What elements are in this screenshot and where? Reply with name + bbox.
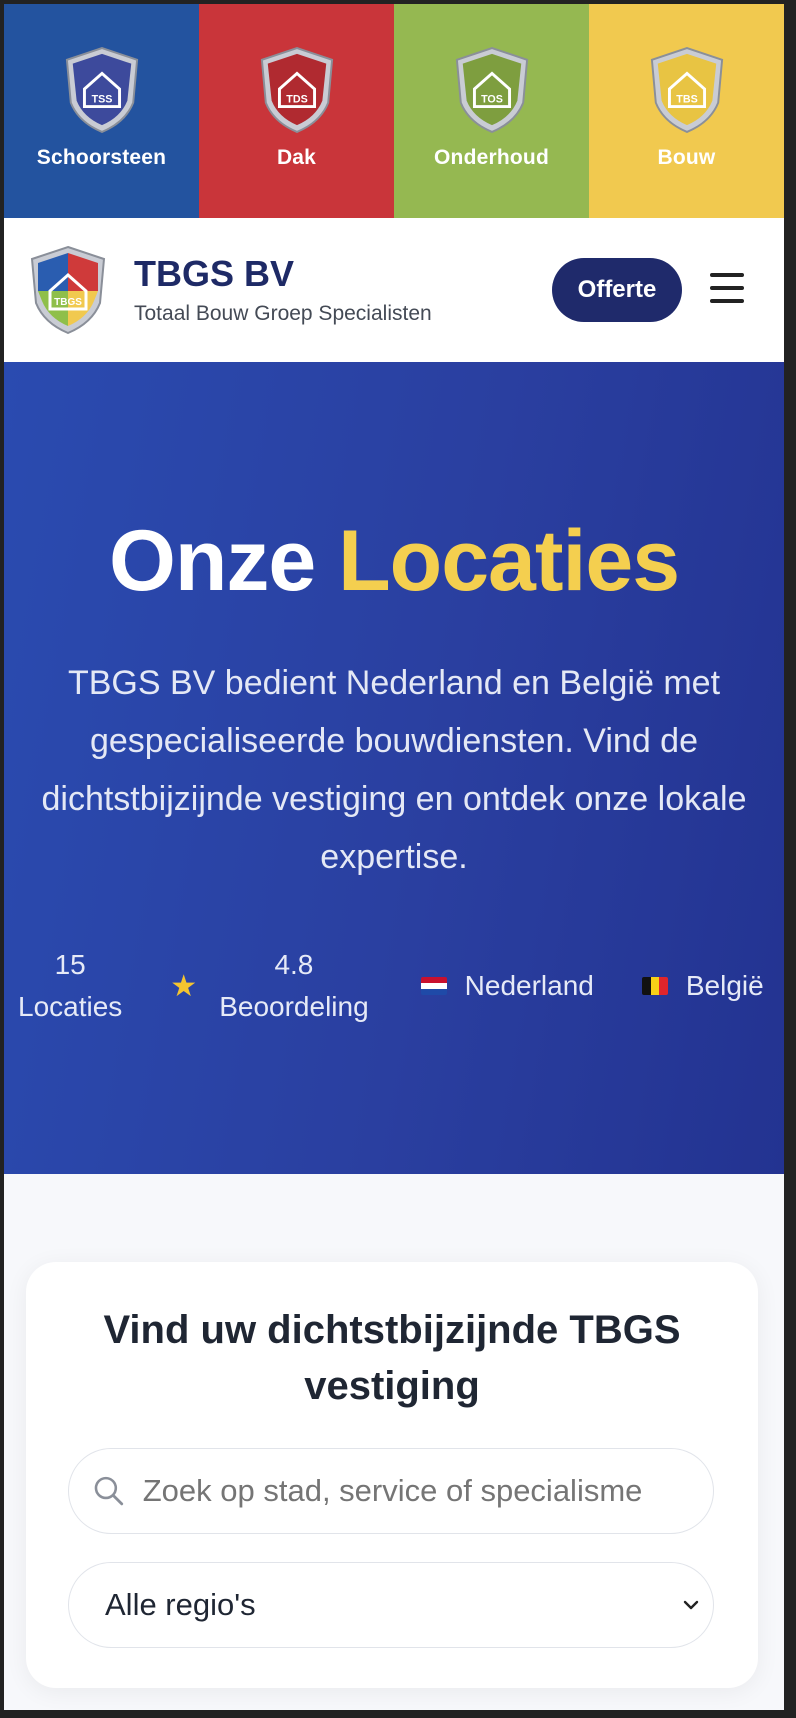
stat-rating-label: Beoordeling: [219, 991, 369, 1022]
country-nl-label: Nederland: [464, 970, 594, 1001]
category-label: Dak: [276, 146, 317, 169]
hero-description: TBGS BV bedient Nederland en België met …: [41, 664, 747, 876]
search-input[interactable]: [142, 1473, 713, 1509]
brand-subtitle: Totaal Bouw Groep Specialisten: [134, 301, 432, 325]
dutch-flag-icon: [420, 977, 447, 995]
svg-text:TBGS: TBGS: [54, 297, 82, 308]
category-label: Schoorsteen: [36, 146, 167, 169]
category-schoorsteen[interactable]: TSS Schoorsteen: [4, 4, 199, 218]
svg-text:TOS: TOS: [481, 94, 503, 106]
stat-locations-value: 15: [54, 949, 86, 980]
site-header: TBGS TBGS BV Totaal Bouw Groep Specialis…: [4, 218, 784, 362]
country-nl: Nederland: [420, 970, 594, 1002]
shield-logo-icon: TOS: [455, 47, 528, 133]
hamburger-menu-icon[interactable]: [710, 273, 744, 303]
tbgs-logo-icon[interactable]: TBGS: [28, 245, 108, 335]
category-onderhoud[interactable]: TOS Onderhoud: [394, 4, 589, 218]
search-icon: [94, 1476, 124, 1506]
category-label: Onderhoud: [434, 146, 549, 169]
hero-title-main: Onze: [108, 513, 316, 609]
shield-logo-icon: TBS: [650, 47, 723, 133]
star-icon: ★: [170, 969, 198, 1003]
stat-rating-value: 4.8: [274, 949, 314, 980]
svg-text:TBS: TBS: [676, 94, 697, 106]
hero-section: Onze Locaties TBGS BV bedient Nederland …: [4, 362, 784, 1174]
hero-title-accent: Locaties: [338, 513, 680, 609]
hero-stats: 15 Locaties ★ 4.8 Beoordeling Nederland: [4, 944, 784, 1028]
region-select[interactable]: Alle regio's: [68, 1562, 714, 1648]
stat-rating: ★ 4.8 Beoordeling: [122, 944, 368, 1028]
offerte-button[interactable]: Offerte: [552, 258, 682, 322]
search-heading: Vind uw dichtstbijzijnde TBGS vestiging: [103, 1308, 681, 1408]
svg-text:TSS: TSS: [91, 94, 112, 106]
category-label: Bouw: [657, 146, 716, 169]
shield-logo-icon: TDS: [260, 47, 333, 133]
stat-locations-label: Locaties: [18, 991, 123, 1022]
shield-logo-icon: TSS: [65, 47, 138, 133]
region-select-value: Alle regio's: [105, 1587, 256, 1622]
stat-locations: 15 Locaties: [18, 944, 122, 1028]
page: TSS Schoorsteen TDS Dak TOS Onderhoud TB…: [4, 4, 784, 1710]
svg-text:TDS: TDS: [286, 94, 307, 106]
country-be-label: België: [685, 970, 764, 1001]
category-strip: TSS Schoorsteen TDS Dak TOS Onderhoud TB…: [4, 4, 784, 218]
brand-title: TBGS BV: [134, 253, 295, 295]
brand-block: TBGS BV Totaal Bouw Groep Specialisten: [134, 254, 432, 326]
category-bouw[interactable]: TBS Bouw: [589, 4, 784, 218]
category-dak[interactable]: TDS Dak: [199, 4, 394, 218]
search-card: Vind uw dichtstbijzijnde TBGS vestiging …: [26, 1262, 758, 1688]
country-be: België: [641, 970, 764, 1002]
belgian-flag-icon: [641, 977, 668, 995]
search-field[interactable]: [68, 1448, 714, 1534]
hero-title: Onze Locaties: [4, 512, 784, 611]
search-section: Vind uw dichtstbijzijnde TBGS vestiging …: [4, 1174, 784, 1710]
chevron-down-icon: [683, 1600, 699, 1610]
